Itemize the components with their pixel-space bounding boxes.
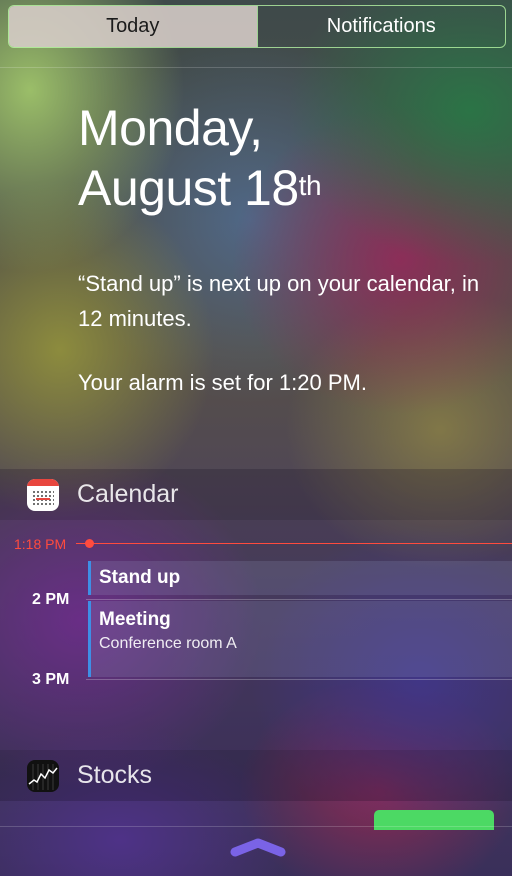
event-title: Stand up (99, 567, 181, 588)
event-meeting[interactable]: Meeting Conference room A (88, 601, 512, 677)
stocks-section-header[interactable]: Stocks (0, 750, 512, 801)
stock-change-badge[interactable] (374, 810, 494, 830)
hour-line-2pm (86, 599, 512, 600)
stocks-divider (0, 826, 512, 827)
tab-notifications[interactable]: Notifications (256, 6, 506, 47)
hour-label-3pm: 3 PM (32, 671, 70, 688)
chevron-up-grabber-icon[interactable] (229, 836, 287, 858)
hour-line-3pm (86, 679, 512, 680)
date-suffix: th (298, 170, 322, 201)
tab-today[interactable]: Today (9, 6, 257, 47)
calendar-section-header[interactable]: Calendar (0, 469, 512, 520)
stocks-section-title: Stocks (77, 761, 153, 789)
current-time-label: 1:18 PM (14, 536, 67, 552)
weekday-text: Monday, (78, 100, 263, 156)
date-text: August 18th (78, 158, 322, 218)
event-title: Meeting (99, 609, 171, 630)
event-location: Conference room A (99, 635, 237, 652)
stocks-app-icon (27, 759, 59, 792)
today-notifications-segmented-control: Today Notifications (8, 5, 506, 48)
header-divider (0, 67, 512, 68)
hour-label-2pm: 2 PM (32, 591, 70, 608)
next-event-summary: “Stand up” is next up on your calendar, … (78, 271, 480, 331)
calendar-app-icon (27, 478, 59, 511)
alarm-summary: Your alarm is set for 1:20 PM. (78, 370, 367, 395)
current-time-line (90, 543, 512, 544)
calendar-section-title: Calendar (77, 480, 179, 508)
event-stand-up[interactable]: Stand up (88, 561, 512, 595)
date-heading: Monday, August 18th (78, 98, 322, 218)
date-main: August 18 (78, 160, 299, 216)
